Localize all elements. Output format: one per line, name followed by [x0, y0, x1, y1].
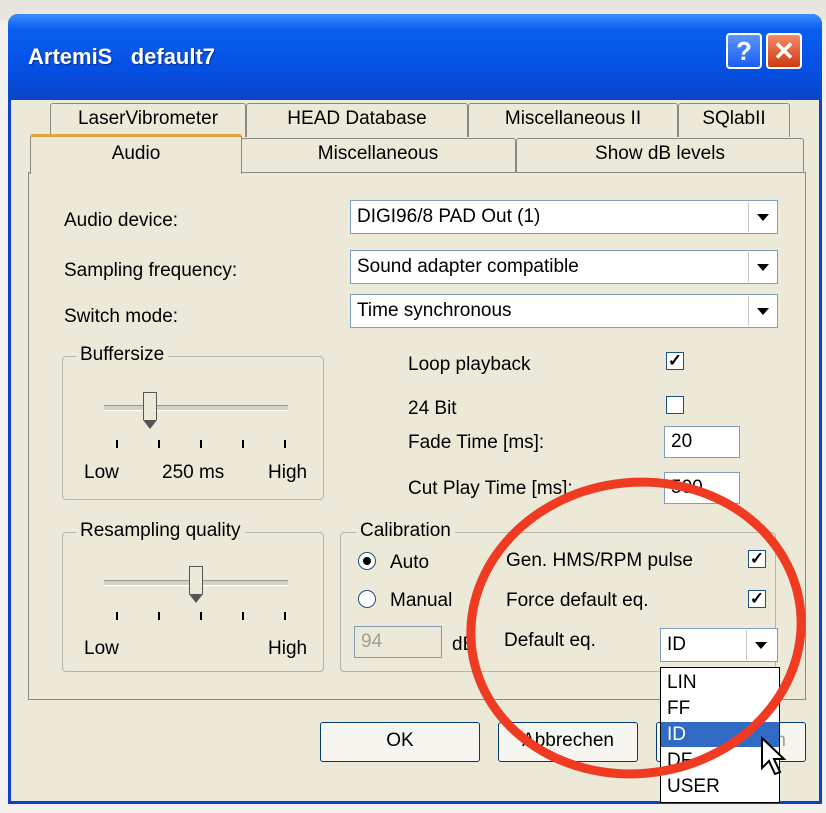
help-button[interactable]: ? [726, 33, 762, 69]
mouse-cursor-icon [761, 736, 787, 776]
tick [284, 612, 286, 620]
tab-head-database[interactable]: HEAD Database [246, 103, 468, 137]
window-title: ArtemiS default7 [28, 44, 216, 69]
manual-radio[interactable] [358, 590, 376, 608]
resampling-high-label: High [268, 638, 308, 659]
buffersize-low-label: Low [84, 462, 119, 483]
tick [200, 612, 202, 620]
switch-mode-value: Time synchronous [357, 300, 512, 321]
resampling-low-label: Low [84, 638, 119, 659]
resampling-slider-thumb[interactable] [189, 566, 203, 603]
tick [116, 612, 118, 620]
close-button[interactable]: ✕ [766, 33, 802, 69]
24bit-checkbox[interactable] [666, 396, 684, 414]
tick [284, 440, 286, 448]
cut-play-time-label: Cut Play Time [ms]: [408, 478, 573, 499]
fade-time-input[interactable]: 20 [664, 426, 740, 458]
chevron-down-icon[interactable] [748, 202, 776, 232]
chevron-down-icon[interactable] [748, 252, 776, 282]
tab-show-db-levels[interactable]: Show dB levels [516, 138, 804, 172]
sampling-frequency-label: Sampling frequency: [64, 260, 238, 281]
calibration-db-input[interactable]: 94 [354, 626, 442, 658]
calibration-title: Calibration [356, 520, 455, 542]
tab-audio[interactable]: Audio [30, 134, 242, 174]
check-icon: ✓ [667, 351, 683, 370]
tick [200, 440, 202, 448]
fade-time-label: Fade Time [ms]: [408, 432, 545, 453]
tick [116, 440, 118, 448]
sampling-frequency-select[interactable]: Sound adapter compatible [350, 250, 778, 284]
tick [158, 612, 160, 620]
switch-mode-select[interactable]: Time synchronous [350, 294, 778, 328]
chevron-down-icon[interactable] [748, 296, 776, 326]
auto-radio[interactable] [358, 552, 376, 570]
tab-miscellaneous[interactable]: Miscellaneous [240, 138, 516, 172]
tab-miscellaneous-ii[interactable]: Miscellaneous II [468, 103, 678, 137]
radio-dot-icon [363, 557, 371, 565]
loop-playback-checkbox[interactable]: ✓ [666, 352, 684, 370]
audio-device-label: Audio device: [64, 210, 179, 231]
tick [242, 440, 244, 448]
24bit-label: 24 Bit [408, 398, 457, 419]
buffersize-slider-track[interactable] [104, 405, 288, 411]
audio-device-value: DIGI96/8 PAD Out (1) [357, 206, 541, 227]
sampling-frequency-value: Sound adapter compatible [357, 256, 579, 277]
audio-device-select[interactable]: DIGI96/8 PAD Out (1) [350, 200, 778, 234]
tab-sqlabii[interactable]: SQlabII [678, 103, 790, 137]
loop-playback-label: Loop playback [408, 354, 531, 375]
resampling-quality-title: Resampling quality [76, 520, 245, 542]
buffersize-high-label: High [268, 462, 308, 483]
manual-label: Manual [390, 590, 453, 611]
buffersize-value-label: 250 ms [162, 462, 225, 483]
buffersize-slider-thumb[interactable] [143, 392, 157, 429]
switch-mode-label: Switch mode: [64, 306, 179, 327]
auto-label: Auto [390, 552, 430, 573]
buffersize-title: Buffersize [76, 344, 169, 366]
ok-button[interactable]: OK [320, 722, 480, 762]
tab-laservibrometer[interactable]: LaserVibrometer [50, 103, 246, 137]
tick [242, 612, 244, 620]
tick [158, 440, 160, 448]
